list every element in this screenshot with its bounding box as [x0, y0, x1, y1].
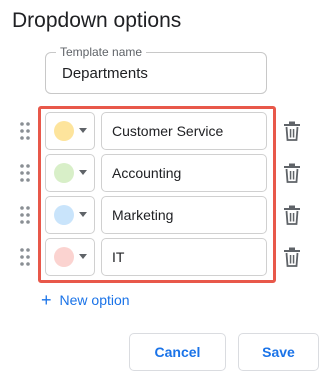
color-picker-button[interactable] [45, 196, 95, 234]
color-swatch [54, 247, 74, 267]
color-swatch [54, 121, 74, 141]
cancel-button[interactable]: Cancel [129, 333, 226, 371]
option-row [0, 238, 330, 276]
option-row [0, 196, 330, 234]
new-option-button[interactable]: + New option [41, 289, 130, 311]
option-row [0, 112, 330, 150]
drag-handle-icon[interactable] [19, 205, 31, 225]
color-swatch [54, 163, 74, 183]
option-text-input[interactable] [101, 112, 267, 150]
option-row [0, 154, 330, 192]
color-picker-button[interactable] [45, 154, 95, 192]
drag-handle-icon[interactable] [19, 247, 31, 267]
template-name-input[interactable]: Departments [62, 64, 148, 84]
color-swatch [54, 205, 74, 225]
option-text-input[interactable] [101, 238, 267, 276]
new-option-label: New option [59, 292, 130, 308]
chevron-down-icon [79, 254, 87, 259]
template-name-label: Template name [56, 45, 147, 59]
color-picker-button[interactable] [45, 112, 95, 150]
dialog-title: Dropdown options [12, 9, 182, 32]
trash-icon[interactable] [283, 163, 301, 183]
trash-icon[interactable] [283, 247, 301, 267]
color-picker-button[interactable] [45, 238, 95, 276]
chevron-down-icon [79, 212, 87, 217]
drag-handle-icon[interactable] [19, 121, 31, 141]
trash-icon[interactable] [283, 205, 301, 225]
template-name-field[interactable]: Template name Departments [45, 45, 267, 94]
drag-handle-icon[interactable] [19, 163, 31, 183]
dropdown-options-dialog: Dropdown options Template name Departmen… [0, 0, 330, 380]
option-text-input[interactable] [101, 154, 267, 192]
trash-icon[interactable] [283, 121, 301, 141]
option-text-input[interactable] [101, 196, 267, 234]
plus-icon: + [41, 290, 52, 310]
chevron-down-icon [79, 170, 87, 175]
save-button[interactable]: Save [238, 333, 319, 371]
chevron-down-icon [79, 128, 87, 133]
